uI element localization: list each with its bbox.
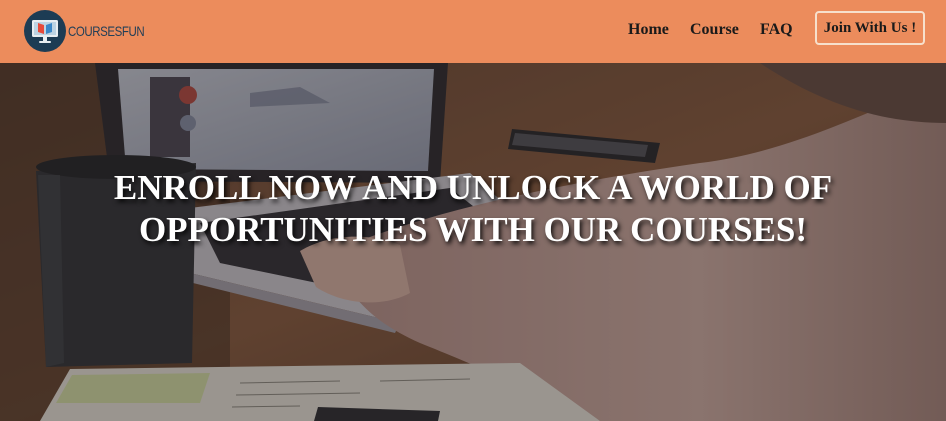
join-with-us-button[interactable]: Join With Us ! bbox=[815, 11, 925, 45]
hero-headline: ENROLL NOW AND UNLOCK A WORLD OF OPPORTU… bbox=[0, 167, 946, 251]
nav-home-link[interactable]: Home bbox=[628, 21, 669, 39]
navbar: COURSESFUN Home Course FAQ Join With Us … bbox=[0, 0, 946, 63]
main-nav: Home Course FAQ Join With Us ! bbox=[0, 0, 946, 63]
hero-headline-line-1: ENROLL NOW AND UNLOCK A WORLD OF bbox=[113, 168, 833, 207]
hero-section: ENROLL NOW AND UNLOCK A WORLD OF OPPORTU… bbox=[0, 63, 946, 421]
hero-headline-line-2: OPPORTUNITIES WITH OUR COURSES! bbox=[138, 210, 808, 249]
nav-faq-link[interactable]: FAQ bbox=[760, 21, 793, 39]
nav-course-link[interactable]: Course bbox=[690, 21, 739, 39]
